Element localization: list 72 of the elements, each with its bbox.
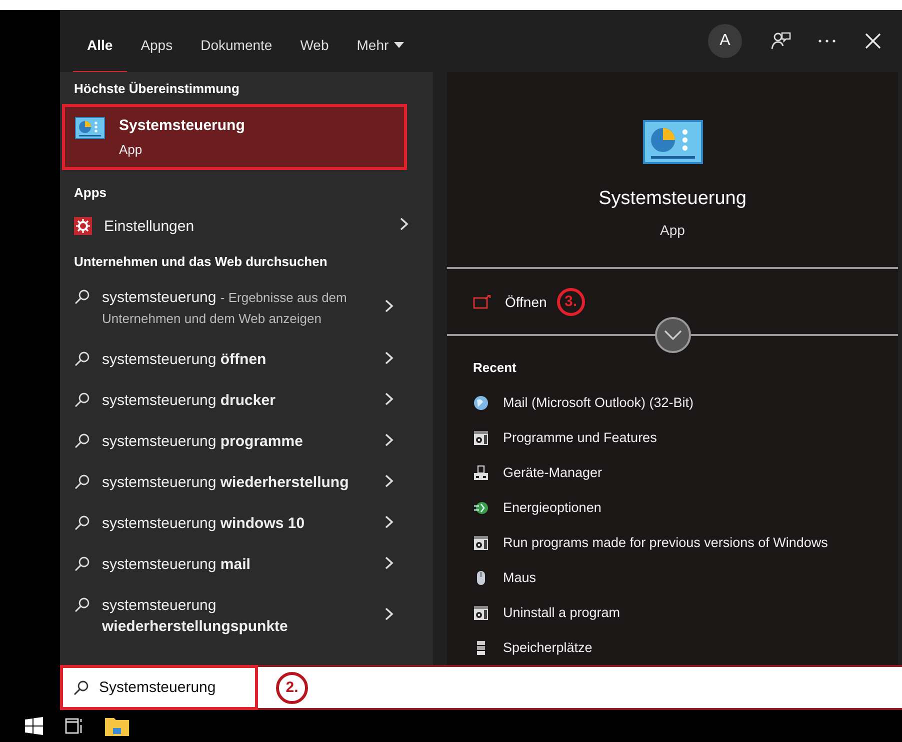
search-suggestion[interactable]: systemsteuerung wiederherstellung bbox=[60, 462, 433, 503]
window-icon bbox=[473, 604, 489, 620]
open-window-icon bbox=[473, 294, 491, 309]
chevron-right-icon bbox=[384, 299, 394, 313]
best-match-item[interactable]: Systemsteuerung App bbox=[62, 104, 407, 170]
search-icon bbox=[74, 289, 90, 305]
search-suggestion[interactable]: systemsteuerung wiederherstellungspunkte bbox=[60, 585, 433, 647]
chevron-right-icon bbox=[384, 432, 394, 446]
search-suggestion[interactable]: systemsteuerung öffnen bbox=[60, 339, 433, 380]
app-title: Systemsteuerung bbox=[119, 117, 245, 134]
search-suggestion[interactable]: systemsteuerung drucker bbox=[60, 380, 433, 421]
tab[interactable]: Web bbox=[286, 15, 343, 75]
chevron-right-icon bbox=[384, 350, 394, 364]
globe-icon bbox=[473, 394, 489, 410]
search-suggestion[interactable]: systemsteuerung windows 10 bbox=[60, 503, 433, 544]
app-result[interactable]: Einstellungen bbox=[60, 208, 433, 244]
window-icon bbox=[473, 430, 489, 446]
section-heading: Apps bbox=[73, 184, 108, 202]
chevron-right-icon bbox=[399, 217, 409, 231]
windows-logo-icon[interactable] bbox=[25, 717, 43, 735]
search-suggestion[interactable]: systemsteuerung mail bbox=[60, 544, 433, 585]
expand-button[interactable] bbox=[654, 317, 690, 353]
recent-item[interactable]: Geräte-Manager bbox=[447, 455, 898, 490]
tab[interactable]: Apps bbox=[126, 15, 187, 75]
open-button[interactable]: Öffnen bbox=[473, 294, 547, 310]
chevron-right-icon bbox=[384, 556, 394, 570]
recent-item[interactable]: Maus bbox=[447, 560, 898, 595]
window-icon bbox=[473, 534, 489, 550]
search-icon bbox=[74, 515, 90, 531]
search-icon bbox=[74, 351, 90, 367]
chevron-right-icon bbox=[384, 514, 394, 528]
section-heading: Recent bbox=[472, 359, 518, 377]
app-type: App bbox=[119, 142, 144, 157]
recent-item[interactable]: Programme und Features bbox=[447, 420, 898, 455]
chevron-right-icon bbox=[384, 607, 394, 621]
recent-item[interactable]: Mail (Microsoft Outlook) (32-Bit) bbox=[447, 385, 898, 420]
device-icon bbox=[473, 464, 489, 480]
app-title: Systemsteuerung bbox=[598, 188, 746, 210]
search-icon bbox=[74, 474, 90, 490]
folder-icon[interactable] bbox=[105, 716, 129, 736]
search-icon bbox=[74, 392, 90, 408]
person-feedback-icon bbox=[771, 31, 791, 51]
step-marker: 2. bbox=[276, 672, 308, 704]
recent-item[interactable]: Speicherplätze bbox=[447, 630, 898, 665]
account-avatar[interactable]: A bbox=[708, 24, 742, 58]
section-heading: Unternehmen und das Web durchsuchen bbox=[73, 253, 328, 271]
task-view-icon[interactable] bbox=[65, 717, 83, 735]
power-icon bbox=[473, 500, 489, 516]
recent-item[interactable]: Uninstall a program bbox=[447, 595, 898, 630]
tab[interactable]: Dokumente bbox=[186, 15, 286, 75]
recent-item[interactable]: Energieoptionen bbox=[447, 490, 898, 525]
search-icon bbox=[74, 433, 90, 449]
more-icon bbox=[818, 39, 836, 43]
search-suggestion[interactable]: systemsteuerung programme bbox=[60, 421, 433, 462]
search-icon bbox=[74, 597, 90, 613]
control-panel-icon bbox=[642, 120, 704, 164]
search-suggestion[interactable]: systemsteuerung - Ergebnisse aus dem Unternehmen und dem Web anzeigen bbox=[60, 277, 433, 339]
gear-icon bbox=[76, 219, 90, 233]
step-marker: 3. bbox=[556, 288, 585, 316]
section-heading: Höchste Übereinstimmung bbox=[73, 80, 240, 98]
chevron-right-icon bbox=[384, 392, 394, 406]
chevron-down-icon bbox=[664, 330, 682, 340]
close-icon bbox=[865, 33, 881, 49]
search-field[interactable]: Systemsteuerung bbox=[60, 665, 258, 710]
chevron-right-icon bbox=[384, 474, 394, 488]
search-icon bbox=[73, 680, 89, 696]
tab[interactable]: Mehr bbox=[342, 15, 418, 75]
search-icon bbox=[74, 556, 90, 572]
search-input[interactable]: Systemsteuerung bbox=[99, 679, 239, 696]
recent-item[interactable]: Run programs made for previous versions of Windows bbox=[447, 525, 898, 560]
control-panel-icon bbox=[75, 117, 105, 139]
app-type: App bbox=[660, 222, 685, 238]
